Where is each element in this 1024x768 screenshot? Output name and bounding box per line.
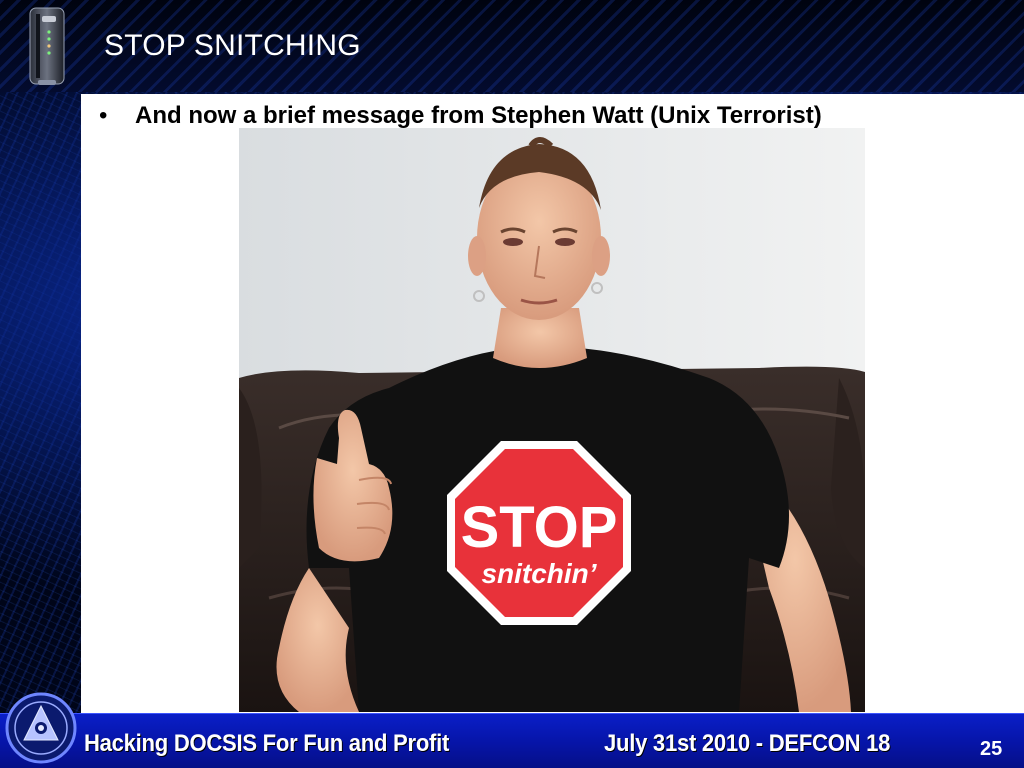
sign-word-bottom: snitchin’	[481, 558, 597, 589]
photo-illustration: STOP snitchin’	[239, 128, 865, 712]
bullet-text: And now a brief message from Stephen Wat…	[135, 102, 822, 129]
footer-left-text: Hacking DOCSIS For Fun and Profit	[84, 730, 450, 757]
photo: STOP snitchin’	[239, 128, 865, 712]
slide: STOP SNITCHING • And now a brief message…	[0, 0, 1024, 768]
footer-right-text: July 31st 2010 - DEFCON 18	[604, 730, 891, 757]
bullet-item: • And now a brief message from Stephen W…	[99, 102, 822, 130]
circular-emblem-icon	[5, 692, 77, 764]
slide-number: 25	[980, 738, 1003, 760]
sign-word-top: STOP	[461, 495, 618, 560]
content-panel: • And now a brief message from Stephen W…	[81, 94, 1024, 713]
cable-modem-icon	[29, 7, 65, 85]
bullet-marker: •	[99, 102, 108, 129]
slide-title: STOP SNITCHING	[104, 29, 361, 62]
